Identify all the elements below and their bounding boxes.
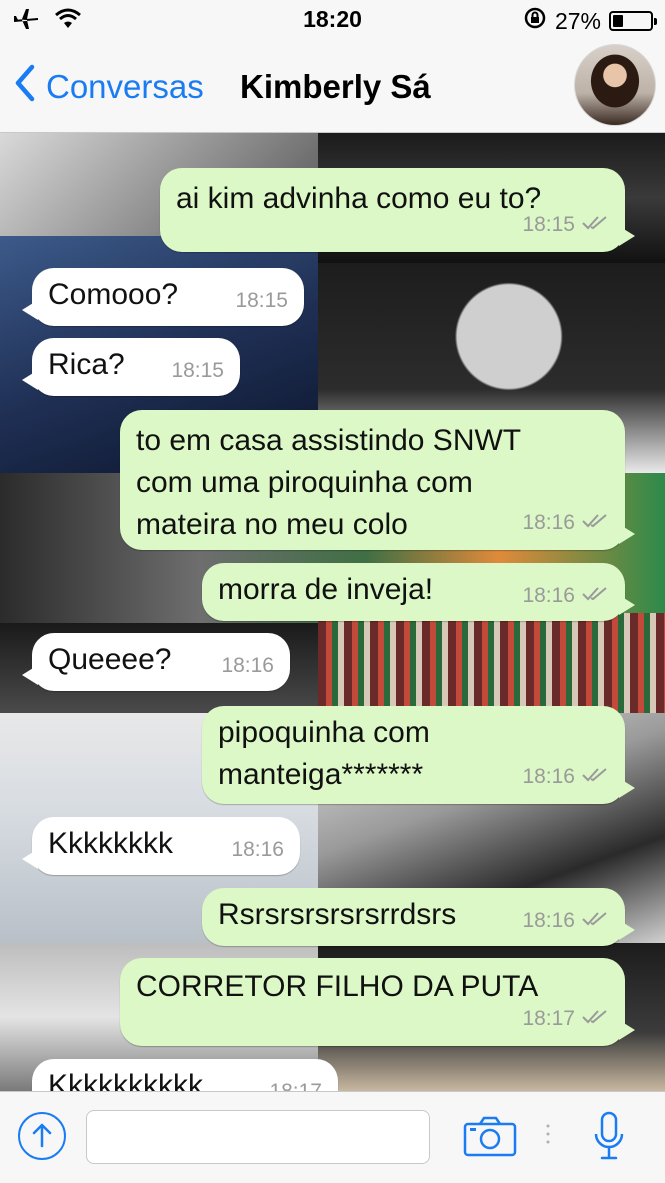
message-bubble-outgoing[interactable]: ai kim advinha como eu to? 18:15 [160, 168, 635, 252]
back-label: Conversas [46, 68, 204, 105]
double-check-icon [581, 756, 609, 798]
message-bubble-outgoing[interactable]: Rsrsrsrsrsrsrrdsrs 18:16 [202, 888, 635, 946]
message-time: 18:16 [522, 511, 575, 534]
message-bubble-incoming[interactable]: Kkkkkkkkkk 18:17 [32, 1059, 338, 1091]
message-bubble-outgoing[interactable]: to em casa assistindo SNWT com uma piroq… [120, 410, 635, 550]
message-text: Rica? [48, 348, 125, 381]
status-right: 27% [523, 6, 657, 36]
chevron-left-icon [14, 64, 36, 110]
message-time: 18:16 [522, 909, 575, 932]
message-time: 18:15 [235, 289, 288, 312]
message-input[interactable] [86, 1110, 430, 1164]
chat-area[interactable]: ai kim advinha como eu to? 18:15 Comooo?… [0, 133, 665, 1091]
microphone-button[interactable] [592, 1110, 626, 1162]
message-bubble-outgoing[interactable]: morra de inveja! 18:16 [202, 563, 635, 621]
message-text: Kkkkkkkk [48, 827, 174, 860]
microphone-icon [592, 1111, 626, 1166]
message-text: CORRETOR FILHO DA PUTA [136, 970, 539, 1003]
message-text: Rsrsrsrsrsrsrrdsrs [218, 898, 457, 931]
message-time: 18:16 [522, 765, 575, 788]
message-text: Queeee? [48, 643, 172, 676]
chat-header: Conversas Kimberly Sá [0, 42, 665, 133]
camera-icon [462, 1116, 518, 1162]
message-time: 18:17 [522, 1007, 575, 1030]
camera-button[interactable] [462, 1114, 518, 1158]
rotation-lock-icon [523, 6, 547, 36]
message-bubble-incoming[interactable]: Comooo? 18:15 [22, 268, 304, 326]
message-bubble-incoming[interactable]: Kkkkkkkk 18:16 [22, 817, 300, 875]
battery-icon [609, 11, 657, 31]
message-bubble-outgoing[interactable]: CORRETOR FILHO DA PUTA 18:17 [120, 958, 635, 1046]
message-time: 18:16 [231, 838, 284, 861]
message-text: Comooo? [48, 278, 179, 311]
message-time: 18:15 [522, 213, 575, 236]
double-check-icon [581, 900, 609, 942]
contact-avatar[interactable] [574, 44, 656, 126]
message-text: Kkkkkkkkkk [48, 1069, 204, 1091]
message-time: 18:17 [269, 1071, 322, 1091]
status-bar: 18:20 27% [0, 0, 665, 42]
message-text: ai kim advinha como eu to? [176, 182, 542, 215]
message-time: 18:16 [221, 654, 274, 677]
battery-percent: 27% [554, 7, 601, 34]
double-check-icon [581, 998, 609, 1040]
message-text: pipoquinha com manteiga******* [218, 716, 430, 791]
message-bubble-outgoing[interactable]: pipoquinha com manteiga******* 18:16 [202, 706, 635, 804]
message-bubble-incoming[interactable]: Queeee? 18:16 [22, 633, 290, 691]
double-check-icon [581, 204, 609, 246]
message-bubble-incoming[interactable]: Rica? 18:15 [22, 338, 240, 396]
double-check-icon [581, 575, 609, 617]
message-input-bar [0, 1091, 665, 1183]
upload-button[interactable] [18, 1112, 66, 1160]
contact-name[interactable]: Kimberly Sá [240, 64, 431, 110]
back-button[interactable]: Conversas [14, 64, 204, 110]
wallpaper-tile [318, 613, 665, 713]
double-check-icon [581, 502, 609, 544]
message-text: morra de inveja! [218, 573, 434, 606]
message-time: 18:16 [522, 584, 575, 607]
message-time: 18:15 [171, 359, 224, 382]
message-text: to em casa assistindo SNWT com uma piroq… [136, 424, 522, 541]
separator-dots [546, 1122, 550, 1152]
